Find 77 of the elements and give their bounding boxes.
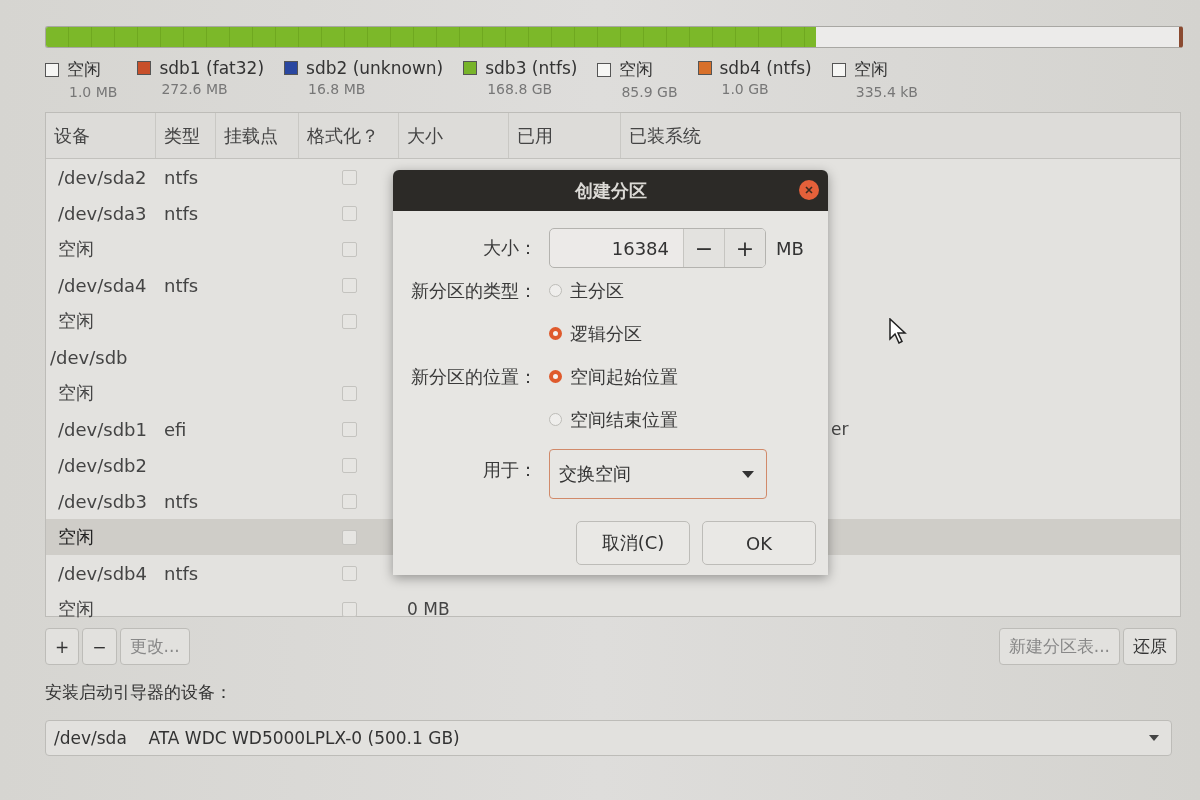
mouse-pointer-icon	[889, 318, 907, 344]
format-checkbox[interactable]	[341, 205, 357, 221]
format-checkbox[interactable]	[341, 529, 357, 545]
format-checkbox[interactable]	[341, 385, 357, 401]
device-cell[interactable]: 空闲	[46, 231, 156, 267]
format-checkbox[interactable]	[341, 421, 357, 437]
legend-label: 空闲	[853, 58, 888, 81]
column-header[interactable]: 已用	[509, 113, 621, 158]
dialog-title: 创建分区	[574, 178, 647, 203]
type-cell: ntfs	[164, 562, 199, 584]
radio-option[interactable]: 空间起始位置	[549, 355, 678, 398]
dropdown-arrow-icon	[742, 470, 754, 478]
unit-label: MB	[776, 237, 804, 259]
column-header[interactable]: 设备	[46, 113, 156, 158]
radio-option[interactable]: 空间结束位置	[549, 398, 678, 441]
type-cell: ntfs	[164, 166, 199, 188]
legend-label: 空闲	[619, 58, 654, 81]
format-checkbox[interactable]	[341, 313, 357, 329]
device-cell[interactable]: /dev/sdb4	[46, 555, 156, 591]
device-cell[interactable]: /dev/sdb	[46, 339, 156, 375]
system-cell: er	[831, 419, 849, 439]
column-header[interactable]: 类型	[156, 113, 216, 158]
device-cell[interactable]: 空闲	[46, 519, 156, 555]
format-checkbox[interactable]	[341, 457, 357, 473]
partition-location-label: 新分区的位置：	[411, 364, 538, 389]
type-cell: efi	[164, 418, 187, 440]
device-cell[interactable]: 空闲	[46, 375, 156, 411]
size-label: 大小：	[483, 236, 538, 260]
legend-size: 85.9 GB	[621, 84, 678, 100]
radio-option[interactable]: 主分区	[549, 269, 624, 312]
format-checkbox[interactable]	[341, 565, 357, 581]
size-cell: 0 MB	[407, 599, 450, 619]
legend-label: 空闲	[67, 58, 101, 81]
type-cell: ntfs	[164, 490, 199, 512]
use-for-dropdown[interactable]: 交换空间	[549, 449, 767, 499]
legend-size: 168.8 GB	[487, 81, 554, 97]
legend-label: sdb2 (unknown)	[306, 58, 444, 78]
legend-label: sdb1 (fat32)	[159, 58, 265, 78]
toolbar-button[interactable]: −	[82, 628, 117, 665]
device-cell[interactable]: /dev/sdb2	[46, 447, 156, 483]
device-cell[interactable]: /dev/sda3	[46, 195, 156, 231]
column-header[interactable]: 大小	[399, 113, 509, 158]
ok-button[interactable]: OK	[702, 521, 816, 565]
legend-label: sdb4 (ntfs)	[719, 58, 812, 78]
format-checkbox[interactable]	[341, 277, 357, 293]
toolbar-button[interactable]: +	[45, 628, 80, 665]
type-cell: ntfs	[164, 274, 199, 296]
use-for-label: 用于：	[483, 458, 538, 482]
type-cell: ntfs	[164, 202, 199, 224]
column-header[interactable]: 挂载点	[216, 113, 299, 158]
format-checkbox[interactable]	[341, 601, 357, 617]
column-header[interactable]: 已装系统	[621, 113, 1180, 158]
device-cell[interactable]: 空闲	[46, 591, 156, 627]
legend-size: 335.4 kB	[855, 84, 918, 100]
format-checkbox[interactable]	[341, 493, 357, 509]
device-cell[interactable]: /dev/sda2	[46, 159, 156, 195]
cancel-button[interactable]: 取消(C)	[576, 521, 690, 565]
legend-size: 1.0 MB	[69, 84, 118, 100]
toolbar-button[interactable]: 还原	[1123, 628, 1177, 665]
partition-type-label: 新分区的类型：	[411, 278, 538, 303]
device-cell[interactable]: /dev/sdb1	[46, 411, 156, 447]
close-button[interactable]	[799, 180, 819, 200]
device-cell[interactable]: /dev/sda4	[46, 267, 156, 303]
radio-option[interactable]: 逻辑分区	[549, 312, 642, 355]
legend-size: 16.8 MB	[308, 81, 367, 97]
format-checkbox[interactable]	[341, 241, 357, 257]
column-header[interactable]: 格式化？	[299, 113, 399, 158]
device-cell[interactable]: /dev/sdb3	[46, 483, 156, 519]
dropdown-arrow-icon	[1149, 735, 1159, 741]
device-cell[interactable]: 空闲	[46, 303, 156, 339]
bootloader-label: 安装启动引导器的设备：	[45, 681, 233, 704]
legend-size: 272.6 MB	[161, 81, 229, 97]
legend-label: sdb3 (ntfs)	[485, 58, 578, 78]
format-checkbox[interactable]	[341, 169, 357, 185]
legend-size: 1.0 GB	[721, 81, 770, 97]
bootloader-device-dropdown[interactable]: /dev/sda ATA WDC WD5000LPLX-0 (500.1 GB)	[45, 720, 1172, 756]
close-icon	[805, 186, 813, 194]
